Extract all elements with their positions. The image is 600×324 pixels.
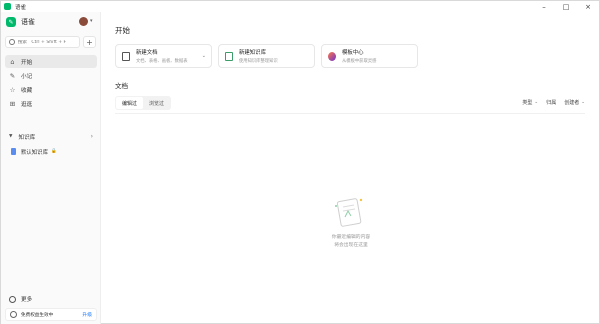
star-icon: ☆ (9, 85, 16, 94)
chevron-down-icon[interactable]: ▾ (90, 18, 93, 24)
lock-icon: 🔒 (50, 149, 57, 154)
app-window: 语雀 – □ × ✎ 语雀 ▾ + ⌂ 开始 ✎ 小记 (0, 0, 600, 324)
more-icon (9, 295, 16, 303)
chevron-right-icon[interactable]: › (91, 133, 93, 140)
brand: ✎ 语雀 (6, 17, 35, 27)
page-title: 开始 (115, 26, 130, 35)
home-icon: ⌂ (10, 57, 15, 66)
filter-creator[interactable]: 创建者 ⌄ (564, 99, 585, 106)
brand-logo-icon: ✎ (6, 17, 16, 27)
tab-viewed[interactable]: 浏览过 (143, 97, 170, 109)
search-input[interactable] (17, 39, 79, 45)
knowledge-base-item[interactable]: 默认知识库 🔒 (5, 146, 97, 157)
card-subtitle: 从模板中获取灵感 (342, 59, 377, 64)
sidebar-item-start[interactable]: ⌂ 开始 (5, 55, 97, 68)
filter-label: 类型 (522, 100, 533, 106)
sidebar-item-label: 收藏 (21, 87, 33, 94)
empty-state-illustration (335, 198, 363, 227)
filter-label: 归属 (546, 100, 557, 106)
doc-filters: 类型 ⌄ 归属 创建者 ⌄ (514, 99, 585, 106)
empty-state-text: 你最近编辑的内容 将会出现在这里 (291, 234, 411, 250)
close-button[interactable]: × (577, 1, 599, 12)
grid-icon: ⊞ (9, 99, 16, 108)
caret-down-icon[interactable]: ▼ (9, 134, 12, 139)
docs-section-title: 文档 (115, 82, 128, 90)
sidebar-item-favorites[interactable]: ☆ 收藏 (5, 83, 97, 96)
book-icon (11, 148, 16, 155)
upgrade-text: 免费权益生效中 (21, 312, 54, 318)
sidebar-item-label: 小记 (21, 73, 33, 80)
maximize-button[interactable]: □ (555, 1, 577, 12)
minimize-button[interactable]: – (533, 1, 555, 12)
new-knowledge-base-icon (225, 51, 233, 61)
more-label: 更多 (21, 297, 33, 303)
add-button[interactable]: + (83, 36, 96, 48)
chevron-down-icon[interactable]: ⌄ (202, 53, 206, 59)
sidebar-nav: ⌂ 开始 ✎ 小记 ☆ 收藏 ⊞ 逛逛 (5, 55, 97, 111)
divider (115, 113, 585, 114)
brand-name: 语雀 (21, 18, 35, 26)
filter-type[interactable]: 类型 ⌄ (522, 99, 538, 106)
sidebar-item-notes[interactable]: ✎ 小记 (5, 69, 97, 82)
app-logo-icon (4, 3, 11, 10)
search-icon (9, 39, 15, 45)
card-title: 新建知识库 (239, 50, 266, 56)
main-content: 开始 新建文档 文档、表格、画板、数据表 ⌄ 新建知识库 使用知识库整理知识 模… (101, 12, 599, 324)
filter-label: 创建者 (564, 100, 580, 106)
knowledge-base-label: 知识库 (18, 134, 36, 141)
template-center-icon (328, 51, 336, 61)
new-doc-icon (122, 51, 130, 61)
card-title: 模板中心 (342, 50, 364, 56)
knowledge-base-header[interactable]: ▼ 知识库 › (5, 131, 97, 142)
doc-tabs: 编辑过 浏览过 (115, 96, 172, 110)
sidebar-item-more[interactable]: 更多 (5, 293, 97, 305)
sidebar-item-label: 开始 (21, 59, 33, 66)
empty-line-1: 你最近编辑的内容 (331, 235, 371, 240)
template-center-card[interactable]: 模板中心 从模板中获取灵感 (321, 44, 418, 68)
chevron-down-icon: ⌄ (581, 100, 585, 105)
empty-line-2: 将会出现在这里 (334, 243, 368, 248)
search-box[interactable] (5, 36, 80, 48)
upgrade-link[interactable]: 升级 (82, 311, 92, 318)
sidebar-item-explore[interactable]: ⊞ 逛逛 (5, 97, 97, 110)
window-title: 语雀 (15, 4, 27, 11)
chevron-down-icon: ⌄ (534, 100, 539, 105)
new-doc-card[interactable]: 新建文档 文档、表格、画板、数据表 ⌄ (115, 44, 212, 68)
new-kb-card[interactable]: 新建知识库 使用知识库整理知识 (218, 44, 315, 68)
tab-edited[interactable]: 编辑过 (116, 97, 144, 109)
pen-icon: ✎ (9, 71, 16, 80)
filter-belong[interactable]: 归属 (546, 99, 556, 106)
knowledge-base-item-label: 默认知识库 (21, 149, 48, 156)
benefit-icon (10, 311, 17, 318)
card-subtitle: 使用知识库整理知识 (239, 59, 278, 64)
sidebar-item-label: 逛逛 (21, 101, 33, 108)
title-bar: 语雀 – □ × (1, 1, 599, 12)
upgrade-bar: 免费权益生效中 升级 (5, 308, 97, 321)
sidebar: ✎ 语雀 ▾ + ⌂ 开始 ✎ 小记 ☆ 收藏 ⊞ 逛逛 (1, 12, 101, 324)
card-subtitle: 文档、表格、画板、数据表 (136, 59, 188, 64)
card-title: 新建文档 (136, 50, 158, 56)
avatar[interactable] (79, 17, 88, 26)
